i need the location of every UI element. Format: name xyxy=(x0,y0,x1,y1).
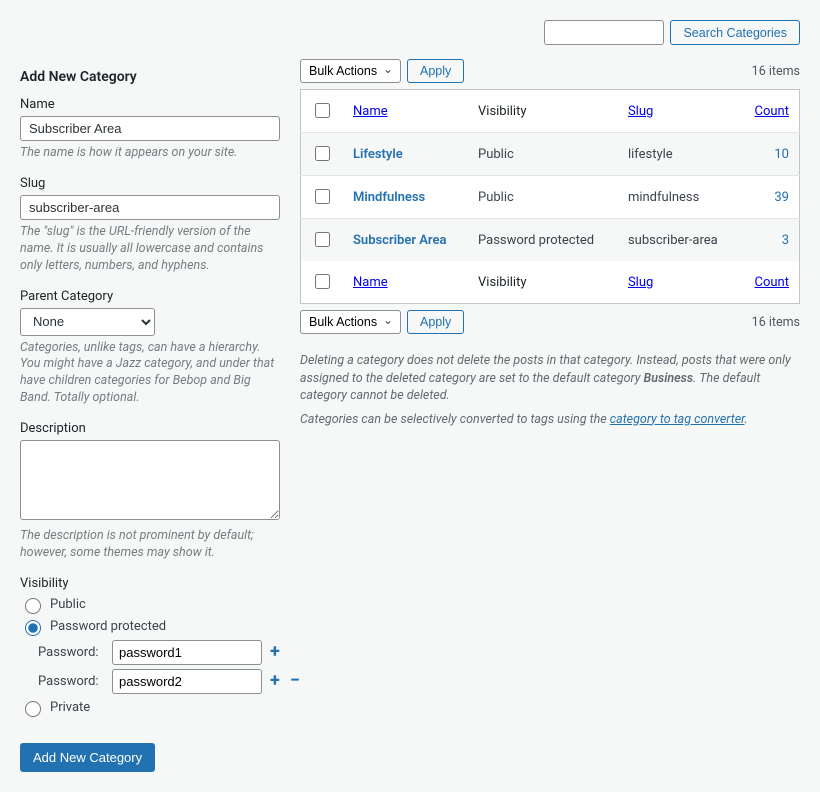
categories-table: Name Visibility Slug Count Lifestyle Publ… xyxy=(300,89,800,304)
name-hint: The name is how it appears on your site. xyxy=(20,145,280,162)
apply-bottom-button[interactable]: Apply xyxy=(407,310,464,334)
password2-label: Password: xyxy=(38,674,106,689)
row-visibility: Password protected xyxy=(468,219,618,262)
parent-hint: Categories, unlike tags, can have a hier… xyxy=(20,340,280,408)
bulk-actions-top[interactable]: Bulk Actions xyxy=(300,59,401,83)
row-count-link[interactable]: 10 xyxy=(774,147,789,162)
item-count-top: 16 items xyxy=(752,64,800,79)
note-text: . xyxy=(744,412,747,427)
row-name-link[interactable]: Subscriber Area xyxy=(353,233,446,248)
col-visibility-foot: Visibility xyxy=(468,261,618,304)
item-count-bottom: 16 items xyxy=(752,315,800,330)
col-count-foot[interactable]: Count xyxy=(755,275,789,290)
add-password-icon[interactable]: + xyxy=(268,643,282,661)
visibility-public-text: Public xyxy=(50,597,86,612)
slug-label: Slug xyxy=(20,176,280,191)
visibility-protected-radio[interactable] xyxy=(25,620,41,636)
row-checkbox[interactable] xyxy=(315,146,330,161)
row-visibility: Public xyxy=(468,176,618,219)
row-checkbox[interactable] xyxy=(315,232,330,247)
note-text: Categories can be selectively converted … xyxy=(300,412,610,427)
col-slug-foot[interactable]: Slug xyxy=(628,275,653,290)
parent-label: Parent Category xyxy=(20,289,280,304)
search-input[interactable] xyxy=(544,20,664,45)
visibility-private-radio[interactable] xyxy=(25,701,41,717)
visibility-private-text: Private xyxy=(50,700,90,715)
password1-label: Password: xyxy=(38,645,106,660)
row-visibility: Public xyxy=(468,133,618,176)
col-count[interactable]: Count xyxy=(755,104,789,119)
name-input[interactable] xyxy=(20,116,280,141)
search-button[interactable]: Search Categories xyxy=(670,20,800,45)
visibility-protected-text: Password protected xyxy=(50,619,166,634)
table-row: Lifestyle Publiclifestyle 10 xyxy=(301,133,800,176)
description-label: Description xyxy=(20,421,280,436)
password1-input[interactable] xyxy=(112,640,262,665)
visibility-public-radio[interactable] xyxy=(25,598,41,614)
col-slug[interactable]: Slug xyxy=(628,104,653,119)
parent-select[interactable]: None xyxy=(20,308,155,336)
col-name[interactable]: Name xyxy=(353,104,388,119)
bulk-actions-bottom[interactable]: Bulk Actions xyxy=(300,310,401,334)
row-count-link[interactable]: 3 xyxy=(782,233,789,248)
slug-hint: The "slug" is the URL-friendly version o… xyxy=(20,224,280,275)
select-all-bottom[interactable] xyxy=(315,274,330,289)
converter-link[interactable]: category to tag converter xyxy=(610,412,745,427)
row-slug: subscriber-area xyxy=(618,219,739,262)
select-all-top[interactable] xyxy=(315,103,330,118)
apply-top-button[interactable]: Apply xyxy=(407,59,464,83)
row-slug: lifestyle xyxy=(618,133,739,176)
table-row: Mindfulness Publicmindfulness 39 xyxy=(301,176,800,219)
description-hint: The description is not prominent by defa… xyxy=(20,528,280,562)
row-checkbox[interactable] xyxy=(315,189,330,204)
password2-input[interactable] xyxy=(112,669,262,694)
footer-notes: Deleting a category does not delete the … xyxy=(300,352,800,428)
row-name-link[interactable]: Mindfulness xyxy=(353,190,425,205)
row-name-link[interactable]: Lifestyle xyxy=(353,147,403,162)
note-default-cat: Business xyxy=(644,371,694,386)
row-count-link[interactable]: 39 xyxy=(774,190,789,205)
table-row: Subscriber Area Password protectedsubscri… xyxy=(301,219,800,262)
submit-button[interactable]: Add New Category xyxy=(20,743,155,772)
form-heading: Add New Category xyxy=(20,69,280,85)
visibility-label: Visibility xyxy=(20,576,280,591)
description-textarea[interactable] xyxy=(20,440,280,520)
add-password-icon-2[interactable]: + xyxy=(268,672,282,690)
row-slug: mindfulness xyxy=(618,176,739,219)
slug-input[interactable] xyxy=(20,195,280,220)
col-name-foot[interactable]: Name xyxy=(353,275,388,290)
col-visibility: Visibility xyxy=(468,90,618,133)
name-label: Name xyxy=(20,97,280,112)
